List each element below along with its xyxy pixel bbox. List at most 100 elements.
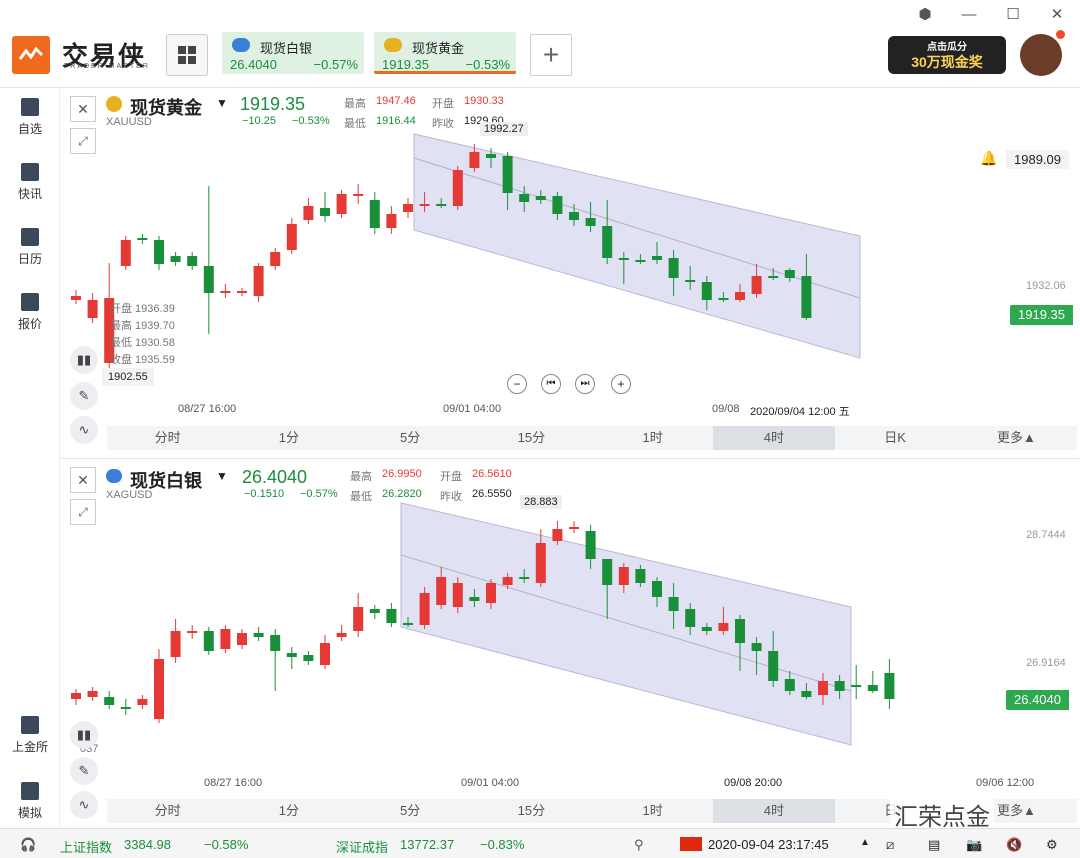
index-label: 上证指数 [60, 840, 113, 855]
app-logo-icon [12, 36, 50, 74]
network-icon[interactable]: ⚲ [634, 837, 644, 853]
candle-type-button[interactable]: ▮▮ [70, 721, 98, 749]
gear-icon[interactable]: ⚙ [1046, 837, 1058, 853]
candle-body [668, 597, 679, 611]
clock-datetime: 2020-09-04 23:17:45 [708, 837, 829, 852]
tab-timeframe-5[interactable]: 4时 [713, 426, 835, 450]
add-tab-button[interactable]: + [530, 34, 572, 76]
trend-channel[interactable] [400, 502, 852, 746]
tab-timeframe-2[interactable]: 5分 [350, 799, 471, 823]
candle-body [768, 276, 779, 278]
tab-timeframe-1[interactable]: 1分 [228, 799, 349, 823]
close-chart-button[interactable]: ✕ [70, 467, 96, 493]
settings-icon[interactable]: ⬢ [913, 4, 937, 24]
hide-icon[interactable]: ⧄ [886, 837, 894, 853]
skip-back-button[interactable]: ⏮ [541, 374, 561, 394]
candle-body [303, 206, 314, 220]
status-bar: 🎧 上证指数 3384.98 −0.58% 深证成指 13772.37 −0.8… [0, 828, 1080, 858]
tab-timeframe-4[interactable]: 1时 [592, 426, 713, 450]
chevron-up-icon[interactable]: ▲ [860, 837, 870, 848]
zoom-in-button[interactable]: + [611, 374, 631, 394]
zoom-out-button[interactable]: − [507, 374, 527, 394]
sidebar-item-simulate[interactable]: 模拟 [0, 782, 60, 821]
candle-body [701, 282, 712, 300]
candle-body [502, 156, 513, 193]
sidebar-item-news[interactable]: 快讯 [0, 163, 60, 202]
minimize-icon[interactable]: — [957, 4, 981, 24]
candle-body [469, 597, 480, 601]
silver-candlestick-chart[interactable] [60, 459, 1080, 801]
maximize-icon[interactable]: ☐ [1001, 4, 1025, 24]
candle-body [735, 292, 745, 300]
index-pct: −0.58% [204, 837, 249, 852]
expand-chart-button[interactable]: ⤢ [70, 499, 96, 525]
candle-body [735, 619, 745, 643]
gold-candlestick-chart[interactable] [60, 88, 1080, 428]
mute-icon[interactable]: 🔇 [1006, 837, 1022, 853]
candle-body [851, 685, 862, 687]
pencil-icon: ✎ [78, 388, 90, 403]
candle-body [154, 659, 164, 719]
sidebar-item-quotes[interactable]: 报价 [0, 293, 60, 332]
y-axis-label: 1932.06 [1026, 280, 1066, 292]
chevron-down-icon[interactable]: ▼ [216, 469, 228, 483]
draw-button[interactable]: ✎ [70, 382, 98, 410]
close-icon[interactable]: ✕ [1045, 4, 1069, 24]
symbol-code: XAGUSD [106, 489, 153, 501]
sidebar-item-favorites[interactable]: 自选 [0, 98, 60, 137]
chevron-down-icon[interactable]: ▼ [216, 96, 228, 110]
tab-timeframe-3[interactable]: 15分 [471, 799, 592, 823]
expand-chart-button[interactable]: ⤢ [70, 128, 96, 154]
draw-button[interactable]: ✎ [70, 757, 98, 785]
y-axis-label: 28.7444 [1026, 529, 1066, 541]
layout-icon[interactable]: ▤ [928, 837, 940, 853]
tab-timeframe-0[interactable]: 分时 [107, 799, 228, 823]
candle-body [71, 296, 81, 300]
quote-tab-name: 现货白银 [260, 41, 313, 56]
headset-icon[interactable]: 🎧 [20, 837, 36, 853]
top-bar: ⬢ — ☐ ✕ 交易侠 TRADER MASTER 现货白银 26.4040 −… [0, 0, 1080, 88]
candle-body [585, 218, 596, 226]
trend-channel[interactable] [413, 133, 861, 359]
x-axis-cursor-label: 09/08 20:00 [724, 777, 783, 789]
skip-forward-button[interactable]: ⏭ [575, 374, 595, 394]
sidebar-item-calendar[interactable]: 日历 [0, 228, 60, 267]
avatar[interactable] [1020, 34, 1062, 76]
candle-body [535, 543, 546, 583]
candle-body [320, 643, 330, 665]
news-icon [21, 163, 39, 181]
grid-layout-button[interactable] [166, 34, 208, 76]
candle-body [303, 655, 314, 661]
candle-type-button[interactable]: ▮▮ [70, 346, 98, 374]
promo-banner[interactable]: 点击瓜分 30万现金奖 [888, 36, 1006, 74]
open-value: 26.5610 [472, 468, 512, 480]
camera-icon[interactable]: 📷 [966, 837, 982, 853]
candle-body [602, 226, 613, 258]
left-sidebar: 自选 快讯 日历 报价 上金所 模拟 [0, 88, 60, 828]
gold-icon [106, 96, 122, 112]
tab-timeframe-5[interactable]: 4时 [713, 799, 835, 823]
tab-timeframe-4[interactable]: 1时 [592, 799, 713, 823]
tab-timeframe-7[interactable]: 更多▲ [956, 426, 1077, 450]
candle-body [668, 258, 679, 278]
tab-timeframe-1[interactable]: 1分 [228, 426, 349, 450]
bell-icon[interactable]: 🔔 [980, 150, 997, 167]
tab-timeframe-0[interactable]: 分时 [107, 426, 228, 450]
sidebar-item-label: 快讯 [17, 187, 42, 201]
indicator-button[interactable]: ∿ [70, 416, 98, 444]
quote-tab-gold[interactable]: 现货黄金 1919.35 −0.53% [374, 32, 516, 74]
alert-price[interactable]: 1989.09 [1006, 150, 1069, 169]
close-chart-button[interactable]: ✕ [70, 96, 96, 122]
sidebar-item-exchange[interactable]: 上金所 [0, 716, 60, 755]
indicator-button[interactable]: ∿ [70, 791, 98, 819]
tab-timeframe-2[interactable]: 5分 [350, 426, 471, 450]
sidebar-item-label: 日历 [17, 252, 42, 266]
candle-body [718, 623, 729, 631]
tab-timeframe-6[interactable]: 日K [835, 426, 956, 450]
candle-body [220, 291, 231, 293]
candle-body [652, 581, 662, 597]
candle-body [270, 252, 281, 266]
tab-timeframe-3[interactable]: 15分 [471, 426, 592, 450]
close-icon: ✕ [77, 100, 89, 117]
quote-tab-silver[interactable]: 现货白银 26.4040 −0.57% [222, 32, 364, 74]
